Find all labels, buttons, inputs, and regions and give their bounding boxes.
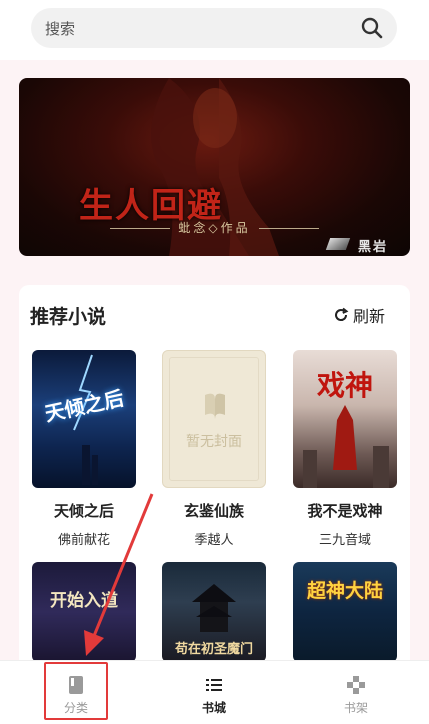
book-item-chaoshen[interactable]: 超神大陆 bbox=[293, 562, 397, 662]
book-title: 天倾之后 bbox=[53, 502, 114, 520]
book-cover: 天倾之后 bbox=[32, 350, 136, 488]
cover-title: 开始入道 bbox=[50, 591, 118, 611]
book-item-xuanjian[interactable]: 暂无封面 玄鉴仙族 季越人 bbox=[162, 350, 266, 548]
cover-placeholder-text: 暂无封面 bbox=[186, 434, 242, 450]
book-title: 玄鉴仙族 bbox=[183, 502, 244, 520]
book-cover: 暂无封面 bbox=[162, 350, 266, 488]
banner-publisher: 黑岩 bbox=[357, 240, 388, 255]
book-cover: 开始入道 bbox=[32, 562, 136, 662]
puzzle-icon bbox=[347, 676, 365, 694]
book-item-kaishi[interactable]: 开始入道 bbox=[32, 562, 136, 662]
book-cover: 戏神 bbox=[293, 350, 397, 488]
banner-author: 蚍念◇作品 bbox=[19, 219, 410, 236]
highlight-box bbox=[44, 662, 108, 720]
book-cover: 苟在初圣魔门 bbox=[162, 562, 266, 662]
book-item-tianqing[interactable]: 天倾之后 天倾之后 佛前献花 bbox=[32, 350, 136, 548]
tab-label: 书城 bbox=[201, 701, 226, 715]
tab-bookstore[interactable]: 书城 bbox=[174, 661, 254, 724]
search-input[interactable]: 搜索 bbox=[31, 8, 397, 48]
cover-title: 戏神 bbox=[316, 369, 373, 402]
search-icon[interactable] bbox=[361, 17, 383, 39]
placeholder-book-icon bbox=[205, 393, 225, 419]
top-bar: 搜索 bbox=[0, 0, 429, 60]
refresh-label: 刷新 bbox=[353, 307, 386, 326]
refresh-button[interactable]: 刷新 bbox=[333, 303, 385, 327]
book-author: 佛前献花 bbox=[57, 533, 110, 548]
refresh-icon bbox=[335, 307, 349, 321]
book-item-gouzai[interactable]: 苟在初圣魔门 bbox=[162, 562, 266, 662]
book-cover: 超神大陆 bbox=[293, 562, 397, 662]
list-icon bbox=[206, 679, 222, 691]
cover-title: 苟在初圣魔门 bbox=[174, 642, 253, 657]
tab-bookshelf[interactable]: 书架 bbox=[316, 661, 396, 724]
book-item-xishen[interactable]: 戏神 我不是戏神 三九音域 bbox=[293, 350, 397, 548]
book-title: 我不是戏神 bbox=[307, 502, 383, 520]
tab-label: 书架 bbox=[343, 701, 368, 715]
recommend-title: 推荐小说 bbox=[30, 306, 107, 328]
book-author: 三九音域 bbox=[318, 533, 371, 548]
banner-carousel[interactable]: 生人回避 蚍念◇作品 黑岩 bbox=[19, 78, 410, 256]
search-placeholder: 搜索 bbox=[45, 20, 76, 38]
cover-title: 超神大陆 bbox=[306, 580, 383, 602]
book-author: 季越人 bbox=[194, 533, 234, 548]
